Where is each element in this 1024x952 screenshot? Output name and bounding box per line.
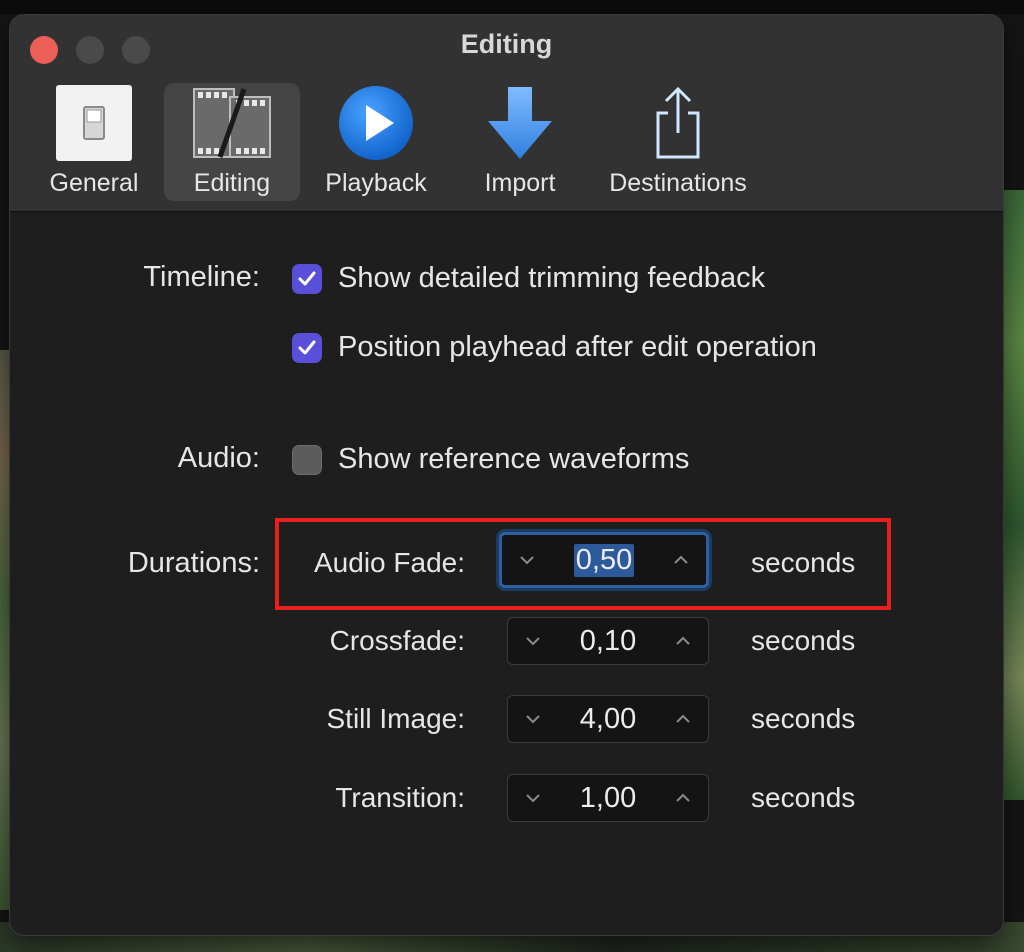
preferences-window: Editing General Editing Playback Import …	[10, 15, 1003, 935]
tab-label: Editing	[193, 169, 271, 197]
tab-playback[interactable]: Playback	[300, 83, 452, 201]
crossfade-value[interactable]: 0,10	[580, 625, 636, 658]
crossfade-label: Crossfade:	[329, 625, 465, 656]
checkmark-icon	[298, 271, 316, 285]
checkmark-icon	[298, 340, 316, 354]
timeline-label: Timeline:	[143, 261, 260, 293]
preferences-toolbar: Editing General Editing Playback Import …	[10, 15, 1003, 212]
annotation-highlight-box	[275, 518, 891, 610]
trimming-feedback-label: Show detailed trimming feedback	[338, 262, 766, 294]
tab-label: Destinations	[609, 169, 747, 197]
trimming-feedback-checkbox[interactable]	[292, 263, 322, 294]
durations-label: Durations:	[127, 547, 260, 579]
position-playhead-label: Position playhead after edit operation	[338, 331, 817, 363]
share-icon	[648, 83, 708, 163]
tab-label: Playback	[325, 169, 427, 197]
chevron-up-icon[interactable]	[672, 630, 694, 652]
still-image-value[interactable]: 4,00	[580, 703, 636, 736]
down-arrow-icon	[480, 83, 560, 163]
switch-icon	[54, 83, 134, 163]
transition-label: Transition:	[335, 782, 465, 813]
crossfade-unit: seconds	[751, 625, 856, 656]
tab-label: General	[49, 169, 139, 197]
still-image-unit: seconds	[751, 703, 856, 734]
window-title: Editing	[460, 29, 553, 59]
reference-waveforms-option[interactable]: Show reference waveforms	[292, 443, 689, 476]
chevron-up-icon[interactable]	[672, 787, 694, 809]
chevron-down-icon[interactable]	[522, 787, 544, 809]
chevron-down-icon[interactable]	[522, 708, 544, 730]
position-playhead-option[interactable]: Position playhead after edit operation	[292, 331, 817, 364]
tab-destinations[interactable]: Destinations	[588, 83, 768, 201]
background-image-right	[1002, 190, 1024, 800]
preferences-tabs: General Editing Playback Import Destinat…	[24, 83, 768, 201]
film-strip-icon	[190, 83, 274, 163]
play-icon	[336, 83, 416, 163]
transition-stepper[interactable]: 1,00	[507, 774, 709, 822]
tab-editing[interactable]: Editing	[164, 83, 300, 201]
transition-value[interactable]: 1,00	[580, 782, 636, 815]
chevron-up-icon[interactable]	[672, 708, 694, 730]
audio-label: Audio:	[177, 442, 260, 474]
tab-label: Import	[484, 169, 556, 197]
crossfade-stepper[interactable]: 0,10	[507, 617, 709, 665]
still-image-stepper[interactable]: 4,00	[507, 695, 709, 743]
chevron-down-icon[interactable]	[522, 630, 544, 652]
still-image-label: Still Image:	[326, 703, 466, 734]
tab-import[interactable]: Import	[452, 83, 588, 201]
reference-waveforms-label: Show reference waveforms	[338, 443, 690, 475]
position-playhead-checkbox[interactable]	[292, 332, 322, 363]
menu-bar-backdrop	[0, 0, 1024, 14]
trimming-feedback-option[interactable]: Show detailed trimming feedback	[292, 262, 765, 295]
transition-unit: seconds	[751, 782, 856, 813]
reference-waveforms-checkbox[interactable]	[292, 444, 322, 475]
tab-general[interactable]: General	[24, 83, 164, 201]
